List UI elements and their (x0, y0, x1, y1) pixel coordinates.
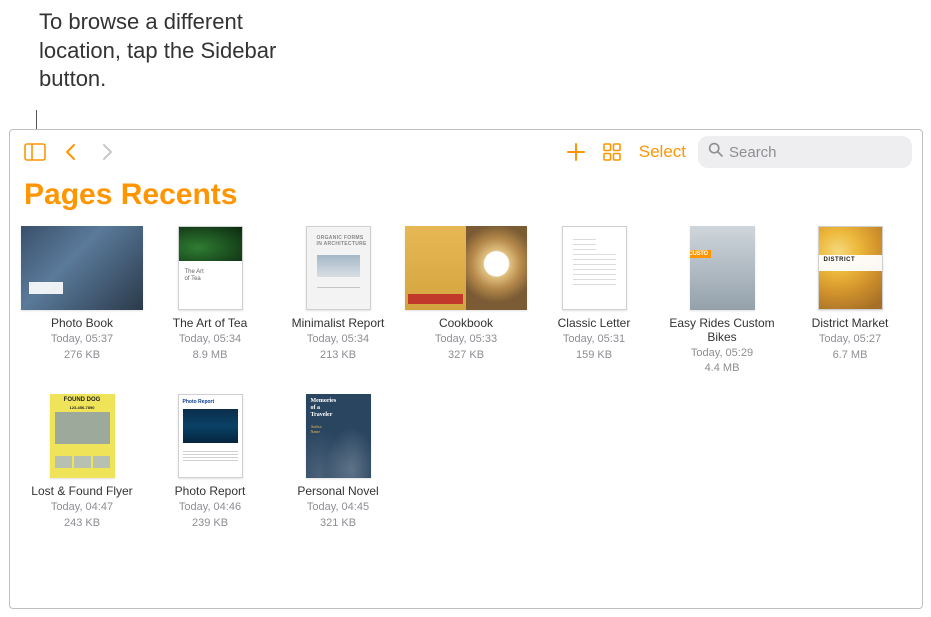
thumbnail (21, 226, 143, 310)
document-time: Today, 05:27 (819, 333, 881, 347)
document-time: Today, 05:34 (179, 333, 241, 347)
document-item[interactable]: Photo Book Today, 05:37 276 KB (20, 226, 144, 376)
thumbnail: ORGANIC FORMSIN ARCHITECTURE (306, 226, 371, 310)
search-field[interactable] (698, 136, 912, 168)
document-item[interactable]: Memoriesof aTravelerAuthorName Personal N… (276, 394, 400, 530)
document-name: District Market (812, 317, 889, 331)
thumbnail (562, 226, 627, 310)
document-item[interactable]: Cookbook Today, 05:33 327 KB (404, 226, 528, 376)
document-name: The Art of Tea (173, 317, 248, 331)
document-item[interactable]: Photo Report Photo Report Today, 04:46 239 … (148, 394, 272, 530)
document-item[interactable]: The Artof Tea The Art of Tea Today, 05:34 8… (148, 226, 272, 376)
thumbnail: Photo Report (178, 394, 243, 478)
document-size: 243 KB (64, 517, 100, 531)
document-item[interactable]: ORGANIC FORMSIN ARCHITECTURE Minimalist R… (276, 226, 400, 376)
forward-icon (92, 137, 122, 167)
documents-grid: Photo Book Today, 05:37 276 KB The Artof Te… (10, 226, 922, 548)
thumbnail: DISTRICT (818, 226, 883, 310)
document-time: Today, 04:45 (307, 501, 369, 515)
document-name: Lost & Found Flyer (31, 485, 132, 499)
document-size: 8.9 MB (193, 349, 228, 363)
toolbar: Select (10, 130, 922, 174)
document-size: 239 KB (192, 517, 228, 531)
search-input[interactable] (729, 144, 902, 161)
document-item[interactable]: CUSTO Easy Rides Custom Bikes Today, 05:29… (660, 226, 784, 376)
document-size: 276 KB (64, 349, 100, 363)
thumbnail: The Artof Tea (178, 226, 243, 310)
document-time: Today, 05:31 (563, 333, 625, 347)
document-name: Minimalist Report (292, 317, 385, 331)
sidebar-toggle-icon[interactable] (20, 137, 50, 167)
thumbnail (405, 226, 527, 310)
document-name: Photo Book (51, 317, 113, 331)
select-button[interactable]: Select (639, 142, 686, 162)
document-name: Classic Letter (558, 317, 631, 331)
document-name: Easy Rides Custom Bikes (667, 317, 777, 345)
grid-view-icon[interactable] (597, 137, 627, 167)
document-size: 327 KB (448, 349, 484, 363)
caption-text: To browse a different location, tap the … (39, 8, 299, 94)
back-icon[interactable] (56, 137, 86, 167)
document-size: 321 KB (320, 517, 356, 531)
document-time: Today, 05:29 (691, 347, 753, 361)
thumbnail: FOUND DOG123-456-7890 (50, 394, 115, 478)
document-item[interactable]: DISTRICT District Market Today, 05:27 6.7 M… (788, 226, 912, 376)
document-time: Today, 05:37 (51, 333, 113, 347)
document-size: 213 KB (320, 349, 356, 363)
document-name: Cookbook (439, 317, 493, 331)
document-time: Today, 05:33 (435, 333, 497, 347)
add-icon[interactable] (561, 137, 591, 167)
document-time: Today, 04:47 (51, 501, 113, 515)
thumbnail: CUSTO (690, 226, 755, 310)
document-time: Today, 04:46 (179, 501, 241, 515)
document-size: 4.4 MB (705, 362, 740, 376)
thumbnail: Memoriesof aTravelerAuthorName (306, 394, 371, 478)
document-size: 6.7 MB (833, 349, 868, 363)
document-item[interactable]: FOUND DOG123-456-7890 Lost & Found Flyer T… (20, 394, 144, 530)
document-name: Personal Novel (297, 485, 378, 499)
document-name: Photo Report (175, 485, 246, 499)
document-time: Today, 05:34 (307, 333, 369, 347)
document-size: 159 KB (576, 349, 612, 363)
app-window: Select Pages Recents Photo Book Today, 05… (9, 129, 923, 609)
page-title: Pages Recents (24, 178, 922, 212)
document-item[interactable]: Classic Letter Today, 05:31 159 KB (532, 226, 656, 376)
search-icon (708, 142, 723, 162)
